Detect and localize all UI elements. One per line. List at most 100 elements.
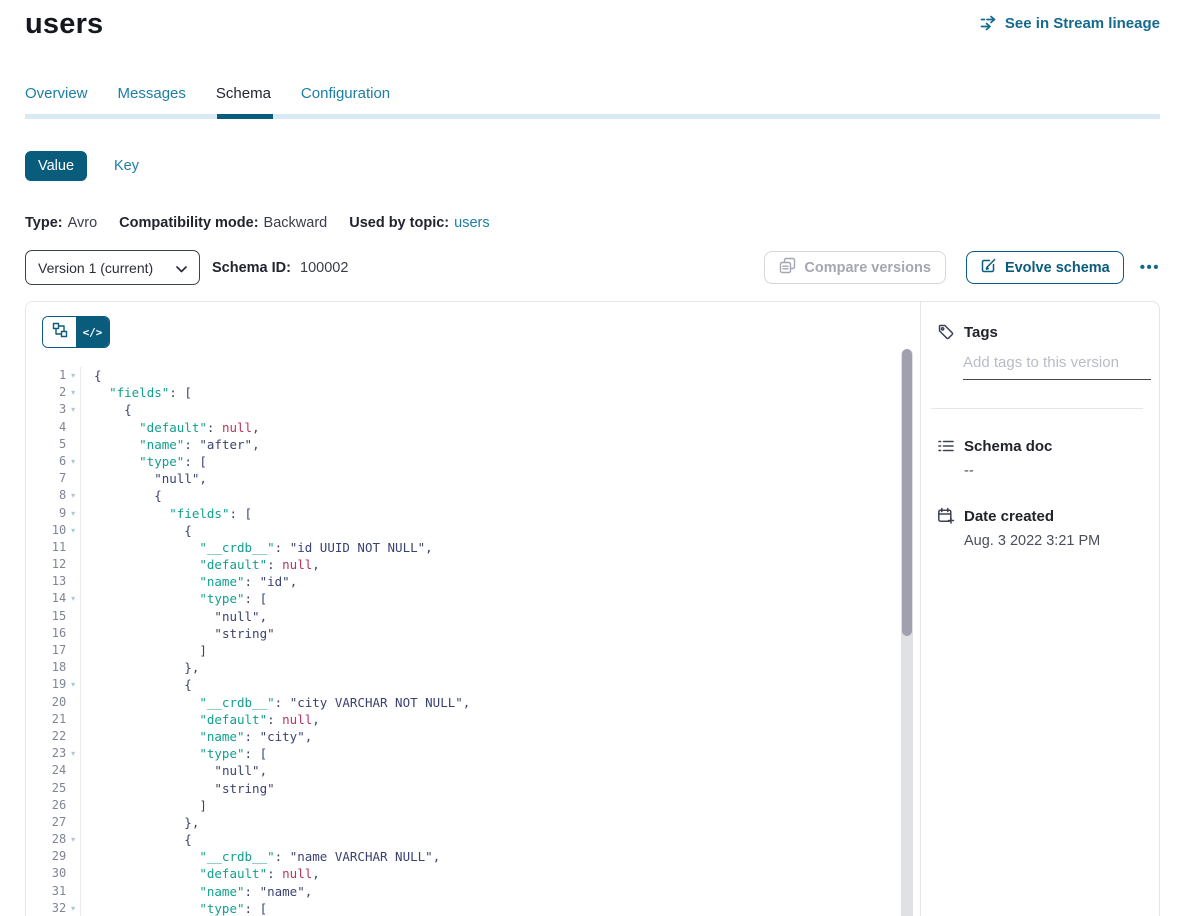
code-line: 14▾ "type": [ xyxy=(26,590,920,607)
tab-overview[interactable]: Overview xyxy=(25,85,88,102)
code-line: 18 }, xyxy=(26,659,920,676)
code-text: "name": "city", xyxy=(81,728,312,745)
add-tags-input[interactable] xyxy=(963,354,1151,380)
sidebar-divider xyxy=(931,408,1143,409)
code-line: 20 "__crdb__": "city VARCHAR NOT NULL", xyxy=(26,694,920,711)
fold-toggle-icon[interactable]: ▾ xyxy=(66,900,80,916)
code-line: 24 "null", xyxy=(26,762,920,779)
schema-editor[interactable]: </> 1▾{2▾ "fields": [3▾ {4 "default": nu… xyxy=(26,302,920,916)
code-text: "type": [ xyxy=(81,900,267,916)
code-lines: 1▾{2▾ "fields": [3▾ {4 "default": null,5… xyxy=(26,367,920,916)
code-line: 7 "null", xyxy=(26,470,920,487)
fold-toggle-icon[interactable]: ▾ xyxy=(66,453,80,470)
evolve-schema-label: Evolve schema xyxy=(1005,260,1110,276)
fold-toggle-icon[interactable]: ▾ xyxy=(66,505,80,522)
tags-section-header: Tags xyxy=(937,323,1147,341)
code-line: 4 "default": null, xyxy=(26,419,920,436)
code-text: "__crdb__": "name VARCHAR NULL", xyxy=(81,848,440,865)
date-created-value: Aug. 3 2022 3:21 PM xyxy=(964,533,1147,549)
tab-configuration[interactable]: Configuration xyxy=(301,85,390,102)
line-number: 6 xyxy=(26,453,66,470)
code-line: 28▾ { xyxy=(26,831,920,848)
fold-toggle-icon[interactable]: ▾ xyxy=(66,522,80,539)
compare-versions-icon xyxy=(779,257,796,278)
line-number: 22 xyxy=(26,728,66,745)
code-text: "fields": [ xyxy=(81,384,192,401)
code-text: }, xyxy=(81,659,199,676)
fold-toggle-icon[interactable]: ▾ xyxy=(66,401,80,418)
code-text: "null", xyxy=(81,762,267,779)
line-number: 13 xyxy=(26,573,66,590)
evolve-schema-button[interactable]: Evolve schema xyxy=(966,251,1124,284)
stream-lineage-icon xyxy=(980,14,998,32)
more-actions-button[interactable]: ••• xyxy=(1140,259,1160,276)
fold-toggle-icon[interactable]: ▾ xyxy=(66,676,80,693)
fold-toggle-icon[interactable]: ▾ xyxy=(66,831,80,848)
line-number: 3 xyxy=(26,401,66,418)
line-number: 26 xyxy=(26,797,66,814)
code-text: "string" xyxy=(81,625,275,642)
version-select-value: Version 1 (current) xyxy=(38,260,153,276)
editor-scrollbar-thumb[interactable] xyxy=(902,349,912,636)
code-text: "name": "name", xyxy=(81,883,312,900)
compare-versions-button[interactable]: Compare versions xyxy=(764,251,946,284)
line-number: 15 xyxy=(26,608,66,625)
compatibility-value: Backward xyxy=(264,215,328,231)
code-text: "name": "id", xyxy=(81,573,297,590)
fold-toggle-icon[interactable]: ▾ xyxy=(66,487,80,504)
line-number: 8 xyxy=(26,487,66,504)
code-text: { xyxy=(81,367,102,384)
calendar-plus-icon xyxy=(937,507,955,525)
tags-heading: Tags xyxy=(964,324,998,341)
compatibility-label: Compatibility mode: xyxy=(119,215,258,231)
code-line: 8▾ { xyxy=(26,487,920,504)
code-line: 19▾ { xyxy=(26,676,920,693)
code-line: 6▾ "type": [ xyxy=(26,453,920,470)
line-number: 18 xyxy=(26,659,66,676)
tree-view-icon xyxy=(52,322,68,343)
code-text: { xyxy=(81,401,132,418)
line-number: 2 xyxy=(26,384,66,401)
line-number: 25 xyxy=(26,780,66,797)
line-number: 11 xyxy=(26,539,66,556)
tab-schema[interactable]: Schema xyxy=(216,85,271,102)
line-number: 23 xyxy=(26,745,66,762)
code-line: 17 ] xyxy=(26,642,920,659)
code-line: 32▾ "type": [ xyxy=(26,900,920,916)
stream-lineage-label: See in Stream lineage xyxy=(1005,15,1160,32)
active-tab-indicator xyxy=(217,114,273,119)
fold-toggle-icon[interactable]: ▾ xyxy=(66,590,80,607)
fold-toggle-icon[interactable]: ▾ xyxy=(66,367,80,384)
tag-icon xyxy=(937,323,955,341)
editor-view-toggle: </> xyxy=(42,316,110,348)
code-line: 25 "string" xyxy=(26,780,920,797)
line-number: 27 xyxy=(26,814,66,831)
editor-scrollbar-track[interactable] xyxy=(901,349,913,916)
evolve-schema-icon xyxy=(980,257,997,278)
tab-messages[interactable]: Messages xyxy=(118,85,186,102)
code-text: }, xyxy=(81,814,199,831)
code-text: "fields": [ xyxy=(81,505,252,522)
code-line: 9▾ "fields": [ xyxy=(26,505,920,522)
key-toggle-button[interactable]: Key xyxy=(114,158,139,174)
line-number: 4 xyxy=(26,419,66,436)
code-text: "null", xyxy=(81,470,207,487)
schema-card: </> 1▾{2▾ "fields": [3▾ {4 "default": nu… xyxy=(25,301,1160,916)
value-toggle-button[interactable]: Value xyxy=(25,151,87,181)
code-text: "type": [ xyxy=(81,453,207,470)
code-text: "default": null, xyxy=(81,556,320,573)
type-value: Avro xyxy=(68,215,98,231)
fold-toggle-icon[interactable]: ▾ xyxy=(66,384,80,401)
code-view-button[interactable]: </> xyxy=(76,317,109,347)
line-number: 29 xyxy=(26,848,66,865)
version-select[interactable]: Version 1 (current) xyxy=(25,250,200,285)
topic-link[interactable]: users xyxy=(454,215,489,231)
tree-view-button[interactable] xyxy=(43,317,76,347)
code-line: 2▾ "fields": [ xyxy=(26,384,920,401)
stream-lineage-link[interactable]: See in Stream lineage xyxy=(980,14,1160,32)
fold-toggle-icon[interactable]: ▾ xyxy=(66,745,80,762)
code-line: 15 "null", xyxy=(26,608,920,625)
code-line: 16 "string" xyxy=(26,625,920,642)
code-text: ] xyxy=(81,797,207,814)
compare-versions-label: Compare versions xyxy=(804,260,931,276)
